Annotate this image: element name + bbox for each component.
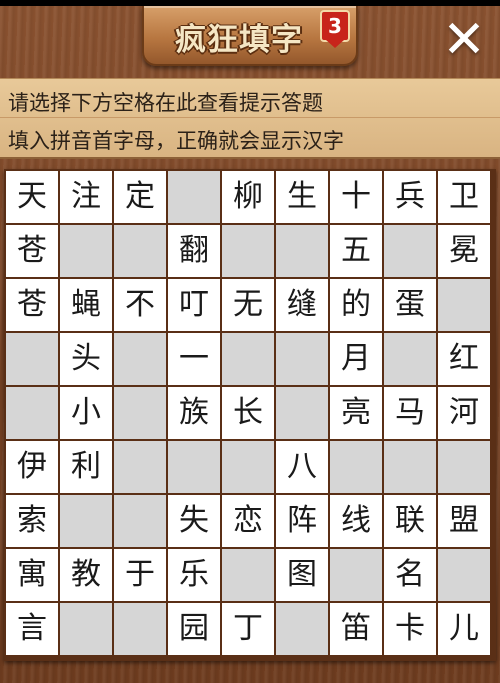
title-plate: 疯狂填字 3 xyxy=(142,6,358,66)
empty-cell[interactable] xyxy=(222,333,274,385)
empty-cell[interactable] xyxy=(384,225,436,277)
letter-cell[interactable]: 无 xyxy=(222,279,274,331)
letter-cell[interactable]: 寓 xyxy=(6,549,58,601)
empty-cell[interactable] xyxy=(384,333,436,385)
empty-cell[interactable] xyxy=(168,171,220,223)
letter-cell[interactable]: 言 xyxy=(6,603,58,655)
letter-cell[interactable]: 头 xyxy=(60,333,112,385)
letter-cell[interactable]: 于 xyxy=(114,549,166,601)
letter-cell[interactable]: 五 xyxy=(330,225,382,277)
crossword-board: 天注定柳生十兵卫苍翻五冕苍蝇不叮无缝的蛋头一月红小族长亮马河伊利八索失恋阵线联盟… xyxy=(4,169,496,661)
letter-cell[interactable]: 月 xyxy=(330,333,382,385)
letter-cell[interactable]: 恋 xyxy=(222,495,274,547)
letter-cell[interactable]: 亮 xyxy=(330,387,382,439)
letter-cell[interactable]: 的 xyxy=(330,279,382,331)
letter-cell[interactable]: 阵 xyxy=(276,495,328,547)
empty-cell[interactable] xyxy=(276,387,328,439)
empty-cell[interactable] xyxy=(384,441,436,493)
letter-cell[interactable]: 小 xyxy=(60,387,112,439)
empty-cell[interactable] xyxy=(114,387,166,439)
letter-cell[interactable]: 冕 xyxy=(438,225,490,277)
letter-cell[interactable]: 卫 xyxy=(438,171,490,223)
empty-cell[interactable] xyxy=(168,441,220,493)
letter-cell[interactable]: 十 xyxy=(330,171,382,223)
level-badge: 3 xyxy=(320,10,350,48)
empty-cell[interactable] xyxy=(222,441,274,493)
letter-cell[interactable]: 苍 xyxy=(6,279,58,331)
letter-cell[interactable]: 一 xyxy=(168,333,220,385)
letter-cell[interactable]: 乐 xyxy=(168,549,220,601)
letter-cell[interactable]: 不 xyxy=(114,279,166,331)
letter-cell[interactable]: 卡 xyxy=(384,603,436,655)
letter-cell[interactable]: 定 xyxy=(114,171,166,223)
letter-cell[interactable]: 失 xyxy=(168,495,220,547)
empty-cell[interactable] xyxy=(276,225,328,277)
letter-cell[interactable]: 儿 xyxy=(438,603,490,655)
empty-cell[interactable] xyxy=(60,603,112,655)
empty-cell[interactable] xyxy=(276,333,328,385)
letter-cell[interactable]: 利 xyxy=(60,441,112,493)
empty-cell[interactable] xyxy=(60,225,112,277)
letter-cell[interactable]: 马 xyxy=(384,387,436,439)
empty-cell[interactable] xyxy=(114,333,166,385)
empty-cell[interactable] xyxy=(438,549,490,601)
hint-panel: 请选择下方空格在此查看提示答题 填入拼音首字母，正确就会显示汉字 xyxy=(0,78,500,159)
letter-cell[interactable]: 图 xyxy=(276,549,328,601)
letter-cell[interactable]: 生 xyxy=(276,171,328,223)
letter-cell[interactable]: 长 xyxy=(222,387,274,439)
letter-cell[interactable]: 族 xyxy=(168,387,220,439)
empty-cell[interactable] xyxy=(6,387,58,439)
letter-cell[interactable]: 丁 xyxy=(222,603,274,655)
letter-cell[interactable]: 河 xyxy=(438,387,490,439)
top-bar: 疯狂填字 3 ✕ xyxy=(0,0,500,78)
letter-cell[interactable]: 教 xyxy=(60,549,112,601)
letter-cell[interactable]: 蛋 xyxy=(384,279,436,331)
letter-cell[interactable]: 线 xyxy=(330,495,382,547)
letter-cell[interactable]: 盟 xyxy=(438,495,490,547)
empty-cell[interactable] xyxy=(114,225,166,277)
empty-cell[interactable] xyxy=(6,333,58,385)
empty-cell[interactable] xyxy=(114,495,166,547)
letter-cell[interactable]: 翻 xyxy=(168,225,220,277)
empty-cell[interactable] xyxy=(114,441,166,493)
empty-cell[interactable] xyxy=(222,225,274,277)
empty-cell[interactable] xyxy=(438,441,490,493)
letter-cell[interactable]: 叮 xyxy=(168,279,220,331)
letter-cell[interactable]: 柳 xyxy=(222,171,274,223)
letter-cell[interactable]: 园 xyxy=(168,603,220,655)
empty-cell[interactable] xyxy=(114,603,166,655)
letter-cell[interactable]: 天 xyxy=(6,171,58,223)
hint-text-pinyin: 填入拼音首字母，正确就会显示汉字 xyxy=(8,129,344,153)
empty-cell[interactable] xyxy=(330,441,382,493)
letter-cell[interactable]: 索 xyxy=(6,495,58,547)
letter-cell[interactable]: 联 xyxy=(384,495,436,547)
hint-text-select: 请选择下方空格在此查看提示答题 xyxy=(8,91,323,115)
empty-cell[interactable] xyxy=(330,549,382,601)
letter-cell[interactable]: 八 xyxy=(276,441,328,493)
empty-cell[interactable] xyxy=(222,549,274,601)
letter-cell[interactable]: 注 xyxy=(60,171,112,223)
game-title: 疯狂填字 xyxy=(175,22,303,58)
empty-cell[interactable] xyxy=(60,495,112,547)
letter-cell[interactable]: 苍 xyxy=(6,225,58,277)
letter-cell[interactable]: 名 xyxy=(384,549,436,601)
letter-cell[interactable]: 蝇 xyxy=(60,279,112,331)
letter-cell[interactable]: 红 xyxy=(438,333,490,385)
letter-cell[interactable]: 伊 xyxy=(6,441,58,493)
close-button[interactable]: ✕ xyxy=(440,14,488,66)
letter-cell[interactable]: 缝 xyxy=(276,279,328,331)
letter-cell[interactable]: 笛 xyxy=(330,603,382,655)
empty-cell[interactable] xyxy=(276,603,328,655)
crossword-grid: 天注定柳生十兵卫苍翻五冕苍蝇不叮无缝的蛋头一月红小族长亮马河伊利八索失恋阵线联盟… xyxy=(6,171,490,655)
empty-cell[interactable] xyxy=(438,279,490,331)
letter-cell[interactable]: 兵 xyxy=(384,171,436,223)
hint-divider xyxy=(0,117,500,118)
